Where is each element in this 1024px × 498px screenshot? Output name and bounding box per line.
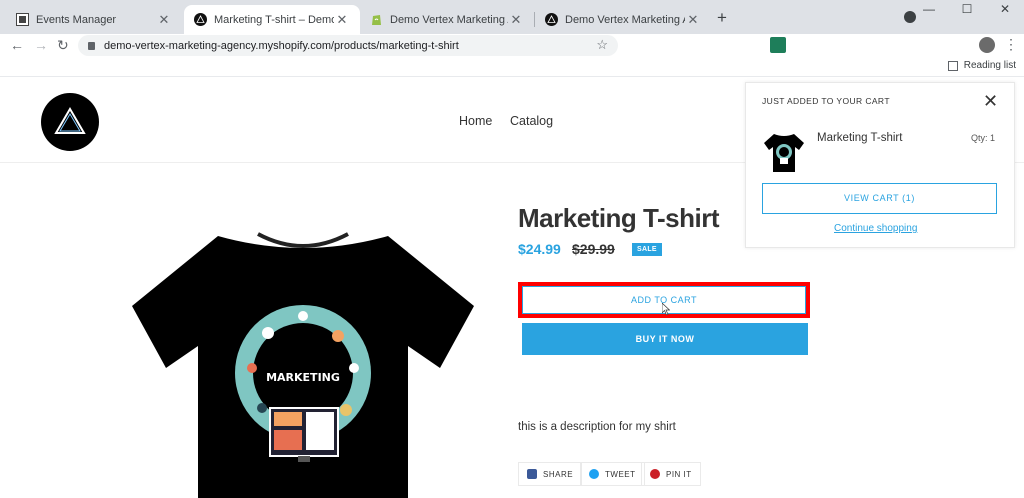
bookmarks-bar: Reading list <box>0 57 1024 77</box>
nav-home[interactable]: Home <box>459 114 492 128</box>
compare-at-price: $29.99 <box>572 241 615 257</box>
cart-popup: JUST ADDED TO YOUR CART ✕ Marketing T-sh… <box>745 82 1015 248</box>
share-label: TWEET <box>605 469 636 479</box>
browser-toolbar: ← → ↻ demo-vertex-marketing-agency.mysho… <box>0 34 1024 57</box>
profile-avatar[interactable] <box>979 37 995 53</box>
reload-icon[interactable]: ↻ <box>57 37 69 54</box>
lock-icon <box>88 41 95 50</box>
pinterest-icon <box>650 469 660 479</box>
new-tab-button[interactable]: + <box>717 8 727 28</box>
cart-product-qty: Qty: 1 <box>970 133 995 143</box>
tab-title: Demo Vertex Marketing Agency <box>390 13 508 26</box>
tab-title: Marketing T-shirt – Demo Vertex <box>214 13 334 26</box>
cart-popup-heading: JUST ADDED TO YOUR CART <box>762 96 890 106</box>
product-image: MARKETING <box>132 232 474 498</box>
store-logo[interactable] <box>41 93 99 151</box>
tab-marketing-tshirt[interactable]: Marketing T-shirt – Demo Vertex ✕ <box>184 5 360 34</box>
tab-events-manager[interactable]: Events Manager ✕ <box>6 5 182 34</box>
nav-catalog[interactable]: Catalog <box>510 114 553 128</box>
close-tab-icon[interactable]: ✕ <box>334 12 350 28</box>
triangle-logo-icon <box>54 107 86 134</box>
facebook-icon <box>527 469 537 479</box>
cart-product-name: Marketing T-shirt <box>817 132 903 144</box>
address-bar[interactable]: demo-vertex-marketing-agency.myshopify.c… <box>78 35 618 56</box>
tab-demo-vertex-store[interactable]: Demo Vertex Marketing Agency ✕ <box>535 5 711 34</box>
marketing-label: MARKETING <box>266 371 340 384</box>
reading-list-icon <box>947 60 958 71</box>
share-twitter-button[interactable]: TWEET <box>580 462 645 486</box>
reading-list-label: Reading list <box>963 60 1016 71</box>
shopify-favicon-icon <box>372 15 381 25</box>
back-arrow-icon[interactable]: ← <box>10 37 24 53</box>
url-text: demo-vertex-marketing-agency.myshopify.c… <box>104 39 459 52</box>
reading-list-button[interactable]: Reading list <box>947 60 1016 71</box>
close-popup-icon[interactable]: ✕ <box>983 91 998 112</box>
continue-shopping-link[interactable]: Continue shopping <box>834 223 917 234</box>
buy-it-now-button[interactable]: BUY IT NOW <box>522 323 808 355</box>
store-favicon-icon <box>194 13 207 26</box>
mouse-cursor-icon <box>662 303 670 315</box>
share-facebook-button[interactable]: SHARE <box>518 462 583 486</box>
tab-title: Demo Vertex Marketing Agency <box>565 13 685 26</box>
view-cart-button[interactable]: VIEW CART (1) <box>762 183 997 214</box>
browser-tab-bar: Events Manager ✕ Marketing T-shirt – Dem… <box>0 0 1024 34</box>
share-label: PIN IT <box>666 469 692 479</box>
sale-badge: SALE <box>632 243 662 256</box>
product-price: $24.99 <box>518 241 561 257</box>
close-window-button[interactable]: ✕ <box>986 0 1024 20</box>
window-controls: — ☐ ✕ <box>910 0 1024 20</box>
browser-menu-icon[interactable]: ⋮ <box>1004 36 1018 53</box>
share-label: SHARE <box>543 469 574 479</box>
forward-arrow-icon[interactable]: → <box>34 37 48 53</box>
share-pinterest-button[interactable]: PIN IT <box>641 462 701 486</box>
minimize-button[interactable]: — <box>910 0 948 20</box>
twitter-icon <box>589 469 599 479</box>
bookmark-star-icon[interactable]: ☆ <box>596 37 608 53</box>
product-title: Marketing T-shirt <box>518 203 719 233</box>
close-tab-icon[interactable]: ✕ <box>508 12 524 28</box>
product-description: this is a description for my shirt <box>518 421 676 433</box>
events-manager-favicon-icon <box>16 13 29 26</box>
store-favicon-icon <box>545 13 558 26</box>
extension-icon[interactable] <box>770 37 786 53</box>
tab-title: Events Manager <box>36 13 117 26</box>
maximize-button[interactable]: ☐ <box>948 0 986 20</box>
tab-demo-vertex-shopify[interactable]: Demo Vertex Marketing Agency ✕ <box>360 5 534 34</box>
close-tab-icon[interactable]: ✕ <box>685 12 701 28</box>
cart-product-thumbnail <box>764 134 804 172</box>
close-tab-icon[interactable]: ✕ <box>156 12 172 28</box>
